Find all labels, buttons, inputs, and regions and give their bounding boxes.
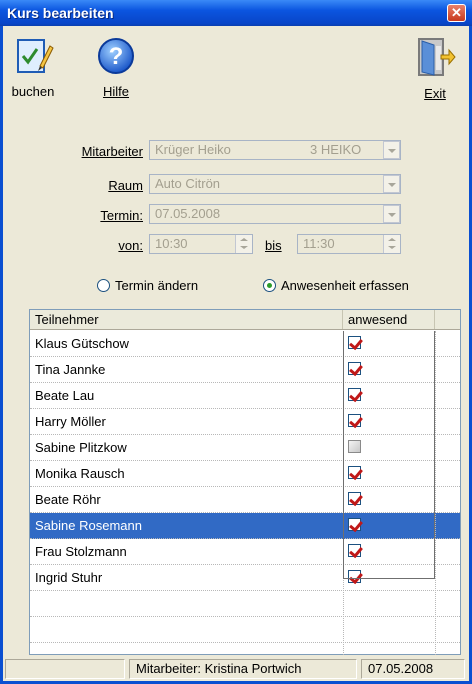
participant-name: Harry Möller (35, 414, 106, 429)
participant-name: Beate Röhr (35, 492, 101, 507)
mitarbeiter-select[interactable]: Krüger Heiko 3 HEIKO (149, 140, 401, 160)
von-time-input[interactable]: 10:30 (149, 234, 253, 254)
von-spinner[interactable] (235, 235, 252, 253)
status-mitarbeiter: Mitarbeiter: Kristina Portwich (129, 659, 357, 679)
title-bar[interactable]: Kurs bearbeiten ✕ (0, 0, 472, 26)
participant-name: Beate Lau (35, 388, 95, 403)
buchen-label: buchen (11, 84, 55, 99)
participant-name: Sabine Plitzkow (35, 440, 127, 455)
participant-name: Tina Jannke (35, 362, 106, 377)
spin-up-icon[interactable] (388, 238, 396, 241)
bis-value: 11:30 (303, 236, 335, 251)
grid-header: Teilnehmer anwesend (30, 310, 460, 330)
chevron-down-icon[interactable] (383, 141, 400, 159)
anwesenheit-erfassen-radio[interactable] (263, 279, 276, 292)
bis-label: bis (265, 238, 282, 253)
column-divider (435, 331, 436, 655)
exit-door-icon (418, 38, 456, 76)
mitarbeiter-code: 3 HEIKO (310, 142, 362, 157)
column-header-anwesend[interactable]: anwesend (343, 310, 435, 329)
chevron-down-icon[interactable] (383, 175, 400, 193)
participant-name: Sabine Rosemann (35, 518, 142, 533)
spin-up-icon[interactable] (240, 238, 248, 241)
status-date: 07.05.2008 (361, 659, 465, 679)
von-label: von: (118, 238, 143, 253)
participant-name: Klaus Gütschow (35, 336, 129, 351)
row-divider (30, 590, 460, 591)
termin-label: Termin: (100, 208, 143, 223)
help-icon: ? (98, 38, 134, 74)
participant-name: Monika Rausch (35, 466, 125, 481)
termin-aendern-label[interactable]: Termin ändern (115, 278, 198, 293)
spin-down-icon[interactable] (388, 246, 396, 249)
anwesenheit-erfassen-label[interactable]: Anwesenheit erfassen (281, 278, 409, 293)
chevron-down-icon[interactable] (383, 205, 400, 223)
bis-spinner[interactable] (383, 235, 400, 253)
svg-text:?: ? (109, 43, 124, 70)
raum-value: Auto Citrön (155, 176, 221, 191)
window-title: Kurs bearbeiten (7, 5, 114, 21)
anwesend-column-frame (343, 331, 435, 579)
termin-date-picker[interactable]: 07.05.2008 (149, 204, 401, 224)
participant-name: Frau Stolzmann (35, 544, 127, 559)
spin-down-icon[interactable] (240, 246, 248, 249)
raum-label: Raum (108, 178, 143, 193)
hilfe-button[interactable]: ? Hilfe (91, 36, 141, 99)
participants-grid[interactable]: Teilnehmer anwesend Klaus Gütschow Tina J… (29, 309, 461, 655)
row-divider (30, 642, 460, 643)
exit-label: Exit (424, 86, 446, 101)
raum-select[interactable]: Auto Citrön (149, 174, 401, 194)
mitarbeiter-value: Krüger Heiko (155, 142, 231, 157)
dialog-window: Kurs bearbeiten ✕ buchen ? Hilfe Exit Mi… (0, 0, 472, 684)
status-empty-cell (5, 659, 125, 679)
status-bar: Mitarbeiter: Kristina Portwich 07.05.200… (3, 657, 469, 681)
toolbar: buchen ? Hilfe Exit (3, 26, 469, 118)
bis-time-input[interactable]: 11:30 (297, 234, 401, 254)
termin-aendern-radio[interactable] (97, 279, 110, 292)
hilfe-label: Hilfe (102, 84, 129, 99)
termin-value: 07.05.2008 (155, 206, 221, 221)
row-divider (30, 616, 460, 617)
edit-document-icon (17, 39, 54, 73)
exit-button[interactable]: Exit (409, 36, 461, 101)
column-header-teilnehmer[interactable]: Teilnehmer (30, 310, 343, 329)
von-value: 10:30 (155, 236, 188, 251)
buchen-button[interactable]: buchen (5, 36, 61, 99)
mitarbeiter-label: Mitarbeiter (81, 144, 143, 159)
close-button[interactable]: ✕ (447, 4, 466, 22)
participant-name: Ingrid Stuhr (35, 570, 103, 585)
